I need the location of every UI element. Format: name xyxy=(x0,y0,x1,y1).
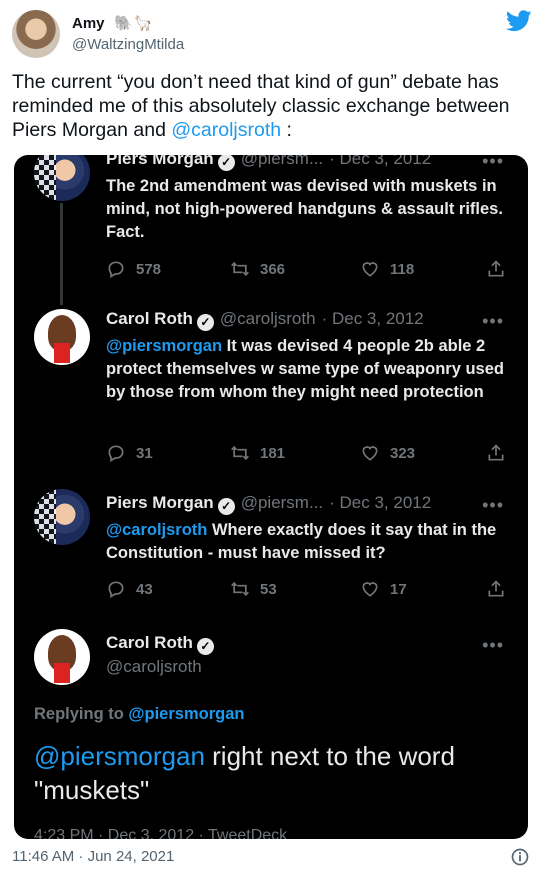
avatar xyxy=(34,309,90,365)
tweet-text: The 2nd amendment was devised with muske… xyxy=(106,177,503,241)
share-action xyxy=(486,443,506,463)
embedded-tweet-3: Piers Morgan ✓ @piersm... · Dec 3, 2012 •••… xyxy=(14,485,528,625)
more-icon: ••• xyxy=(482,155,504,171)
replying-label: Replying to xyxy=(34,705,129,723)
embedded-focus-tweet: Carol Roth ✓ ••• @caroljsroth Replying to… xyxy=(14,625,528,839)
like-count: 17 xyxy=(390,580,407,598)
retweet-count: 181 xyxy=(260,444,286,462)
mention-link: @piersmorgan xyxy=(106,337,223,355)
tweet-body: The 2nd amendment was devised with muske… xyxy=(106,175,506,244)
share-icon xyxy=(488,580,504,597)
like-action: 118 xyxy=(360,259,414,279)
share-icon xyxy=(488,444,504,461)
verified-icon: ✓ xyxy=(196,638,214,655)
embedded-tweet-2: Carol Roth ✓ @caroljsroth · Dec 3, 2012 •••… xyxy=(14,305,528,485)
tweet-meta: Piers Morgan ✓ @piersm... · Dec 3, 2012 xyxy=(106,155,431,171)
user-name: Carol Roth xyxy=(106,309,193,328)
avatar xyxy=(34,489,90,545)
tweet-date: · Dec 3, 2012 xyxy=(329,155,432,168)
reply-icon xyxy=(108,261,124,278)
user-handle: @piersm... xyxy=(240,493,324,512)
tweet-meta: Carol Roth ✓ @caroljsroth · Dec 3, 2012 xyxy=(106,309,424,331)
retweet-icon xyxy=(231,261,249,277)
verified-icon: ✓ xyxy=(217,155,235,171)
mention-link[interactable]: @caroljsroth xyxy=(171,119,281,141)
share-action xyxy=(486,259,506,279)
author-emoji: 🐘🦙 xyxy=(114,15,154,32)
tweet-meta: Piers Morgan ✓ @piersm... · Dec 3, 2012 xyxy=(106,493,431,515)
verified-icon: ✓ xyxy=(217,498,235,515)
tweet-body: @piersmorgan right next to the word "mus… xyxy=(34,739,514,807)
reply-icon xyxy=(108,581,124,598)
reply-count: 578 xyxy=(136,260,162,278)
like-action: 17 xyxy=(360,579,407,599)
heart-icon xyxy=(362,446,378,461)
tweet-date: · Dec 3, 2012 xyxy=(329,493,432,512)
tweet-text: The current “you don’t need that kind of… xyxy=(12,70,532,142)
heart-icon xyxy=(362,262,378,277)
heart-icon xyxy=(362,582,378,597)
share-action xyxy=(486,579,506,599)
user-handle: @piersm... xyxy=(240,155,324,168)
user-handle: @caroljsroth xyxy=(219,309,316,328)
retweet-action: 366 xyxy=(230,259,285,279)
tweet-body: @piersmorgan It was devised 4 people 2b … xyxy=(106,335,506,404)
user-name: Piers Morgan xyxy=(106,493,214,512)
reply-count: 43 xyxy=(136,580,153,598)
user-name: Piers Morgan xyxy=(106,155,214,168)
reply-action: 578 xyxy=(106,259,161,279)
thread-line xyxy=(60,203,63,305)
retweet-count: 366 xyxy=(260,260,286,278)
more-icon: ••• xyxy=(482,311,504,331)
like-action: 323 xyxy=(360,443,415,463)
retweet-count: 53 xyxy=(260,580,277,598)
retweet-icon xyxy=(231,581,249,597)
reply-action: 43 xyxy=(106,579,153,599)
more-icon: ••• xyxy=(482,635,504,655)
retweet-icon xyxy=(231,445,249,461)
tweet-body: @caroljsroth Where exactly does it say t… xyxy=(106,519,506,565)
reply-count: 31 xyxy=(136,444,153,462)
tweet-meta: Carol Roth ✓ xyxy=(106,633,214,655)
like-count: 118 xyxy=(390,260,415,278)
tweet-actions: 43 53 17 xyxy=(106,579,516,603)
author-handle[interactable]: @WaltzingMtilda xyxy=(72,36,184,53)
user-name: Carol Roth xyxy=(106,633,193,652)
embedded-tweet-1: Piers Morgan ✓ @piersm... · Dec 3, 2012 •••… xyxy=(14,155,528,305)
reply-action: 31 xyxy=(106,443,153,463)
more-icon: ••• xyxy=(482,495,504,515)
like-count: 323 xyxy=(390,444,416,462)
verified-icon: ✓ xyxy=(196,314,214,331)
embedded-screenshot[interactable]: Piers Morgan ✓ @piersm... · Dec 3, 2012 •••… xyxy=(14,155,528,839)
tweet-actions: 31 181 323 xyxy=(106,443,516,467)
tweet-text-suffix: : xyxy=(281,119,292,141)
reply-icon xyxy=(108,445,124,462)
twitter-bird-icon[interactable] xyxy=(506,10,532,32)
tweet-timestamp[interactable]: 11:46 AM · Jun 24, 2021 xyxy=(12,848,174,865)
mention-link: @piersmorgan xyxy=(34,741,205,771)
retweet-action: 181 xyxy=(230,443,285,463)
avatar xyxy=(34,155,90,201)
replying-to: Replying to @piersmorgan xyxy=(34,705,244,724)
avatar xyxy=(34,629,90,685)
info-icon[interactable] xyxy=(510,847,530,867)
retweet-action: 53 xyxy=(230,579,277,599)
user-handle: @caroljsroth xyxy=(106,657,202,676)
tweet-actions: 578 366 118 xyxy=(106,259,516,283)
mention-link: @caroljsroth xyxy=(106,521,208,539)
avatar[interactable] xyxy=(12,10,60,58)
share-icon xyxy=(488,260,504,277)
replying-mention: @piersmorgan xyxy=(128,705,245,723)
tweet-header: Amy 🐘🦙 @WaltzingMtilda xyxy=(12,8,532,60)
tweet-date: · Dec 3, 2012 xyxy=(321,309,424,328)
author-name[interactable]: Amy xyxy=(72,15,105,32)
tweet-timestamp-cut: 4:23 PM · Dec 3, 2012 · TweetDeck xyxy=(34,827,288,839)
